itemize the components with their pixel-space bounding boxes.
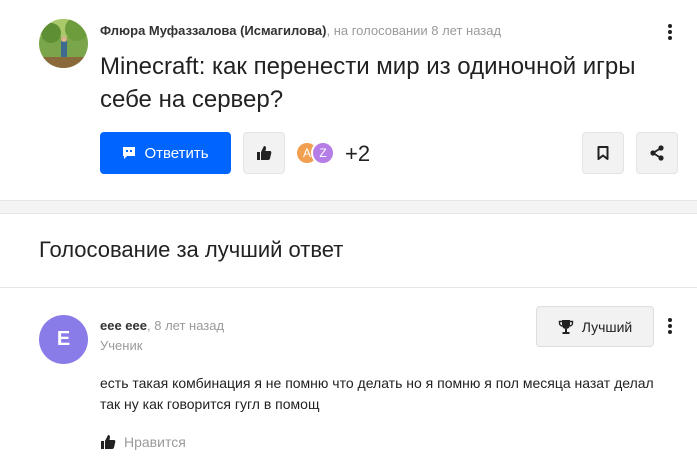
answer-author-rank: Ученик: [100, 338, 143, 353]
question-card: Флюра Муфаззалова (Исмагилова), на голос…: [0, 0, 697, 200]
bookmark-button[interactable]: [582, 132, 624, 174]
more-vertical-icon[interactable]: [662, 316, 678, 336]
best-answer-label: Лучший: [581, 318, 633, 335]
answer-text: есть такая комбинация я не помню что дел…: [100, 375, 654, 412]
divider: [0, 287, 697, 288]
answer-time: , 8 лет назад: [147, 318, 225, 333]
reply-button-label: Ответить: [144, 144, 209, 162]
share-button[interactable]: [636, 132, 678, 174]
like-question-button[interactable]: [243, 132, 285, 174]
author-avatar[interactable]: [39, 19, 88, 68]
trophy-icon: [558, 319, 573, 334]
like-label: Нравится: [124, 434, 186, 450]
voters-more-count[interactable]: +2: [345, 141, 370, 167]
thumbs-up-icon: [257, 146, 272, 160]
question-title: Minecraft: как перенести мир из одиночно…: [100, 53, 636, 113]
voting-heading: Голосование за лучший ответ: [39, 237, 344, 262]
bookmark-icon: [597, 146, 609, 160]
question-status-time: , на голосовании 8 лет назад: [326, 23, 502, 38]
author-avatar-photo: [39, 19, 88, 68]
answer-meta: eee eee, 8 лет назад: [100, 318, 224, 333]
like-answer-button[interactable]: Нравится: [100, 434, 186, 450]
section-separator: [0, 200, 697, 214]
reply-button[interactable]: Ответить: [100, 132, 231, 174]
share-icon: [650, 145, 664, 161]
thumbs-up-icon: [101, 435, 116, 449]
voter-avatar[interactable]: Z: [311, 141, 335, 165]
answer-author[interactable]: eee eee: [100, 318, 147, 333]
chat-bubble-icon: [123, 147, 136, 159]
answer-author-avatar[interactable]: E: [39, 315, 88, 364]
best-answer-button[interactable]: Лучший: [536, 306, 654, 347]
question-meta: Флюра Муфаззалова (Исмагилова), на голос…: [100, 23, 501, 38]
more-vertical-icon[interactable]: [662, 22, 678, 42]
question-author[interactable]: Флюра Муфаззалова (Исмагилова): [100, 23, 326, 38]
